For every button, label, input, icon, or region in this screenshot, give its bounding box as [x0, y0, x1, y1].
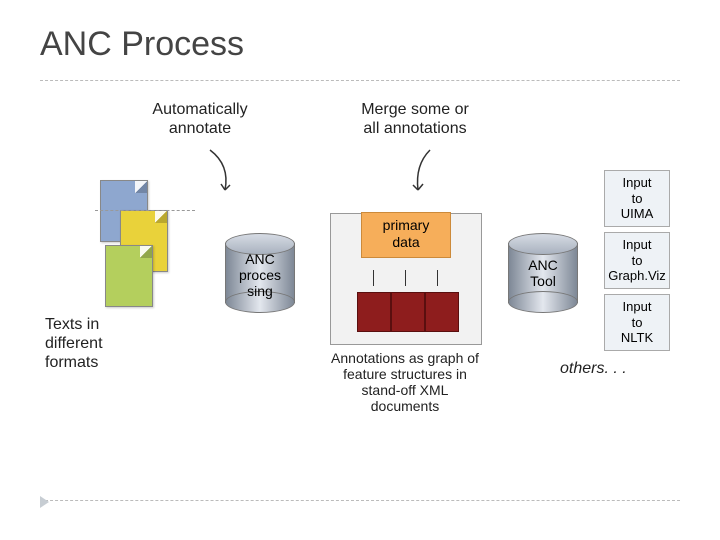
connector-docs-to-cyl: [95, 210, 195, 211]
nav-next-icon[interactable]: [40, 496, 49, 508]
divider-bottom: [40, 500, 680, 501]
annotation-block: [357, 292, 391, 332]
arrow-from-merge: [400, 145, 450, 195]
arrow-from-annotate: [200, 145, 250, 195]
output-box-uima: Input to UIMA: [604, 170, 670, 227]
annotation-block: [391, 292, 425, 332]
document-icon: [105, 245, 153, 307]
connector-line: [405, 270, 406, 286]
box-primary-data: primary data: [361, 212, 451, 258]
cylinder-anc-tool: ANC Tool: [508, 233, 578, 313]
label-others: others. . .: [560, 360, 627, 378]
divider-top: [40, 80, 680, 81]
cylinder-anc-processing: ANC proces sing: [225, 233, 295, 313]
annotations-container: primary data: [330, 213, 482, 345]
connector-line: [437, 270, 438, 286]
connector-line: [373, 270, 374, 286]
label-anc-processing: ANC proces sing: [223, 251, 297, 299]
annotation-block: [425, 292, 459, 332]
label-texts-formats: Texts in different formats: [45, 315, 155, 373]
output-box-nltk: Input to NLTK: [604, 294, 670, 351]
page-title: ANC Process: [40, 25, 244, 64]
label-auto-annotate: Automatically annotate: [140, 100, 260, 138]
label-anc-tool: ANC Tool: [506, 257, 580, 289]
label-annotations-graph: Annotations as graph of feature structur…: [300, 350, 510, 414]
output-box-graphviz: Input to Graph.Viz: [604, 232, 670, 289]
label-merge: Merge some or all annotations: [340, 100, 490, 138]
